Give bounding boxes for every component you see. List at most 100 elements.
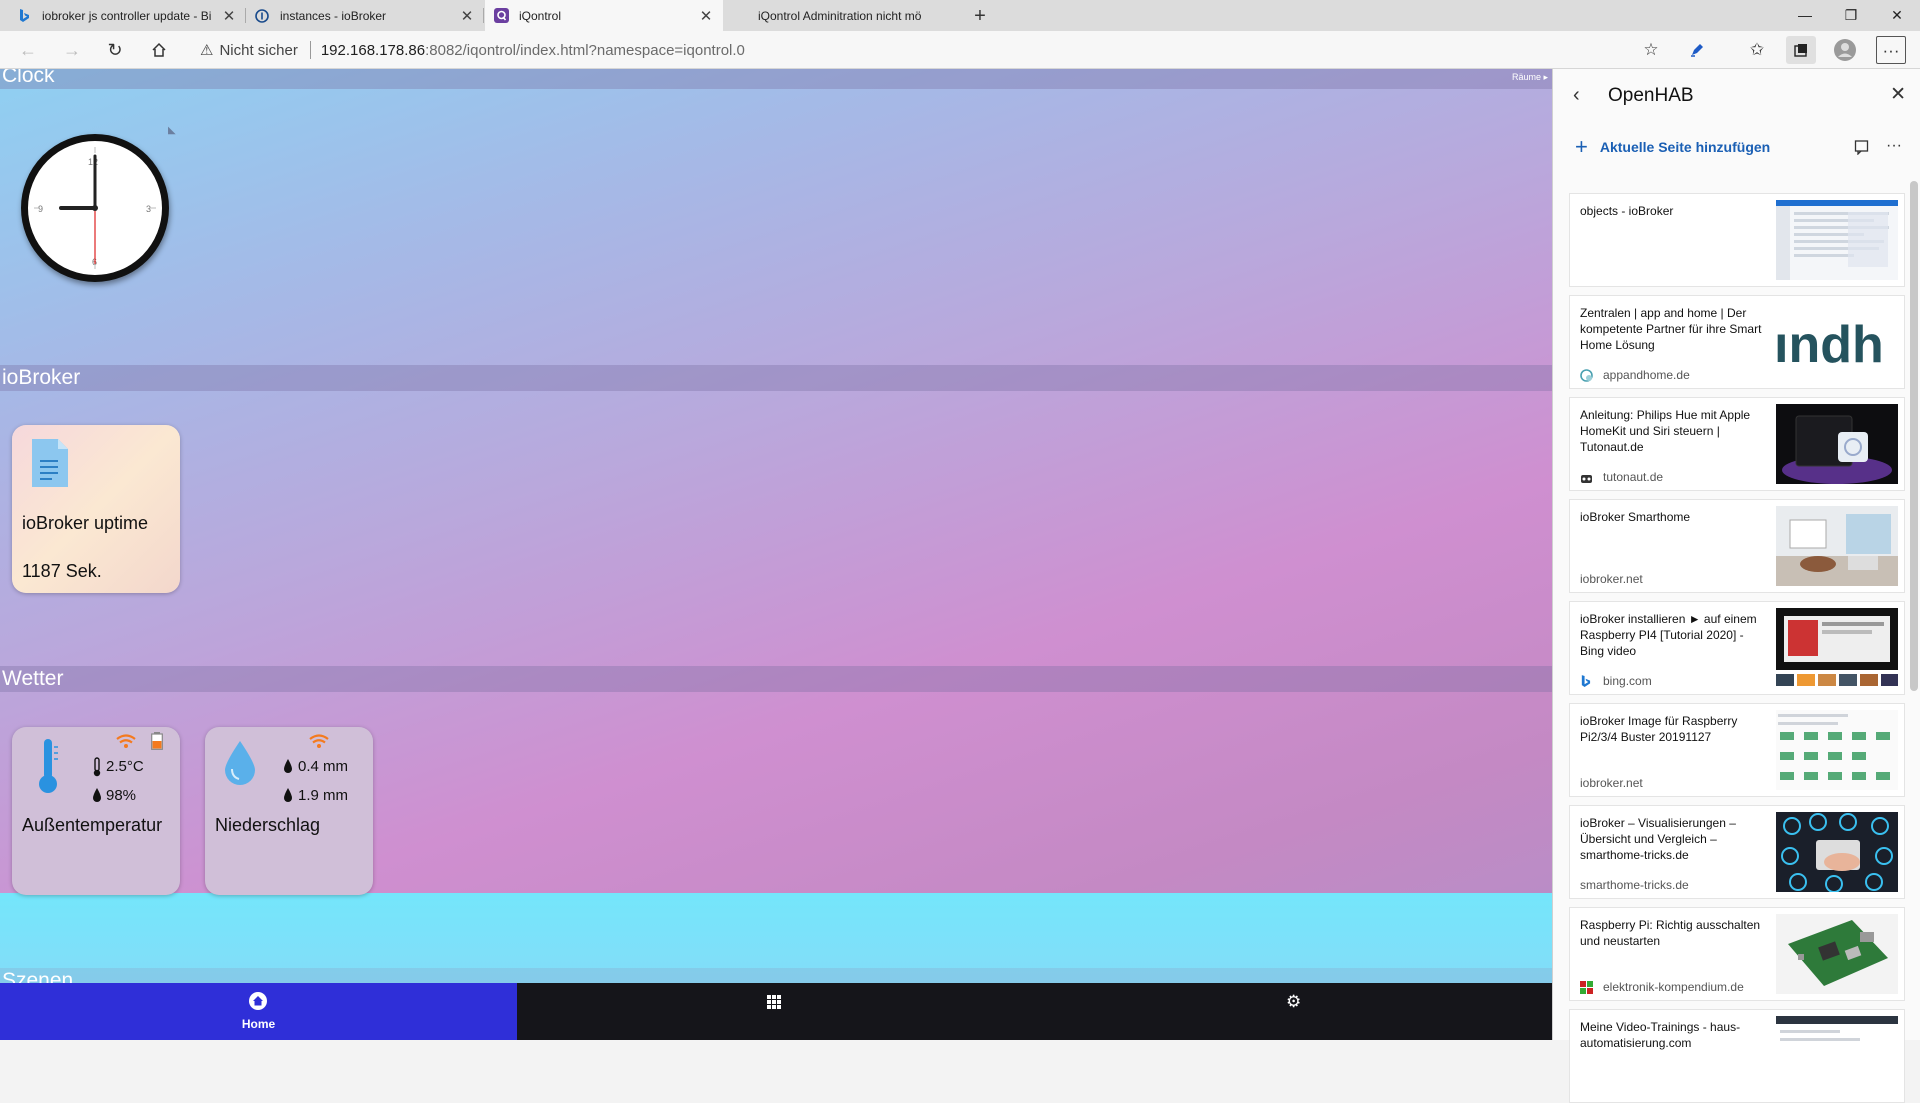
iqontrol-page: Clock Räume ▸ ◣ 12369 ioBroker ioBroker … — [0, 69, 1552, 1040]
thumbnail — [1776, 710, 1898, 790]
add-current-page-button[interactable]: + Aktuelle Seite hinzufügen — [1575, 134, 1770, 159]
iqontrol-icon — [493, 8, 509, 24]
section-header-clock[interactable]: Clock Räume ▸ — [0, 69, 1552, 89]
new-tab-button[interactable]: + — [967, 3, 993, 29]
close-window-button[interactable]: ✕ — [1874, 0, 1920, 31]
tile-name: ioBroker uptime — [22, 513, 149, 533]
rooms-link[interactable]: Räume ▸ — [1512, 69, 1548, 90]
blank-page-icon — [732, 8, 748, 24]
divider — [309, 41, 311, 59]
home-button[interactable] — [145, 36, 173, 64]
collection-card[interactable]: ioBroker Smarthome iobroker.net — [1569, 499, 1905, 593]
settings-menu-button[interactable]: ··· — [1876, 36, 1906, 64]
url-host: 192.168.178.86 — [320, 41, 426, 59]
tab-iqontrol-admin[interactable]: iQontrol Adminitration nicht mö — [724, 0, 962, 31]
collection-card[interactable]: Raspberry Pi: Richtig ausschalten und ne… — [1569, 907, 1905, 1001]
collection-card[interactable]: ioBroker Image für Raspberry Pi2/3/4 Bus… — [1569, 703, 1905, 797]
tile-name: Niederschlag — [215, 815, 321, 835]
thumbnail — [1776, 200, 1898, 280]
svg-text:ındh: ındh — [1776, 316, 1884, 374]
water-drop-icon — [223, 739, 257, 790]
document-icon — [28, 437, 72, 492]
battery-icon — [151, 732, 163, 753]
thermometer-small-icon — [92, 757, 102, 780]
collection-card[interactable]: ioBroker – Visualisierungen – Übersicht … — [1569, 805, 1905, 899]
collections-pane: ‹ OpenHAB ✕ + Aktuelle Seite hinzufügen … — [1552, 69, 1920, 1103]
tab-instances[interactable]: instances - ioBroker ✕ — [246, 0, 484, 31]
thumbnail — [1776, 404, 1898, 484]
url-field[interactable]: ⚠ Nicht sicher 192.168.178.86 :8082/iqon… — [190, 35, 1660, 65]
favorites-list-icon[interactable]: ✩ — [1742, 36, 1772, 64]
bing-icon — [1580, 674, 1593, 688]
back-chevron-icon[interactable]: ‹ — [1573, 84, 1580, 107]
uptime-value: 1187 Sek. — [22, 561, 102, 581]
tab-bing-search[interactable]: iobroker js controller update - Bi ✕ — [8, 0, 246, 31]
close-icon[interactable]: ✕ — [1890, 83, 1906, 106]
gear-icon[interactable]: ⚙ — [1286, 991, 1306, 1011]
collection-title: OpenHAB — [1608, 85, 1694, 106]
collection-card[interactable]: Zentralen | app and home | Der kompetent… — [1569, 295, 1905, 389]
home-icon — [248, 991, 268, 1011]
tile-aussentemperatur[interactable]: 2.5°C 98% Außentemperatur — [12, 727, 180, 895]
wifi-icon — [308, 733, 330, 752]
close-tab-icon[interactable]: ✕ — [220, 7, 238, 25]
site-favicon — [1580, 471, 1593, 484]
bing-icon — [16, 8, 32, 24]
collection-card[interactable]: Anleitung: Philips Hue mit Apple HomeKit… — [1569, 397, 1905, 491]
thermometer-icon — [36, 737, 60, 798]
tile-niederschlag[interactable]: 0.4 mm 1.9 mm Niederschlag — [205, 727, 373, 895]
extension-pen-icon[interactable] — [1682, 36, 1712, 64]
collection-card[interactable]: Meine Video-Trainings - haus-automatisie… — [1569, 1009, 1905, 1103]
restore-button[interactable]: ❐ — [1828, 0, 1874, 31]
expand-arrow-icon[interactable]: ◣ — [168, 125, 176, 136]
rain-value-1: 0.4 mm — [298, 758, 349, 775]
bottom-toolbar: Home ⚙ — [0, 983, 1552, 1040]
svg-text:12: 12 — [88, 157, 98, 167]
toolbar-home-button[interactable]: Home — [0, 983, 517, 1040]
close-tab-icon[interactable]: ✕ — [458, 7, 476, 25]
favorite-star-icon[interactable]: ☆ — [1636, 36, 1666, 64]
section-header-iobroker[interactable]: ioBroker — [0, 365, 1552, 391]
address-bar: ← → ↻ ⚠ Nicht sicher 192.168.178.86 :808… — [0, 31, 1920, 69]
tile-iobroker-uptime[interactable]: ioBroker uptime 1187 Sek. — [12, 425, 180, 593]
droplet-icon — [92, 787, 102, 806]
minimize-button[interactable]: — — [1782, 0, 1828, 31]
iobroker-icon — [254, 8, 270, 24]
thumbnail — [1776, 1016, 1898, 1096]
site-favicon — [1580, 980, 1593, 994]
profile-avatar[interactable] — [1830, 36, 1860, 64]
collections-icon[interactable] — [1786, 36, 1816, 64]
section-header-wetter[interactable]: Wetter — [0, 666, 1552, 692]
plus-icon: + — [1575, 134, 1588, 159]
svg-text:3: 3 — [146, 204, 151, 214]
url-path: :8082/iqontrol/index.html?namespace=iqon… — [425, 41, 745, 59]
thumbnail — [1776, 506, 1898, 586]
add-note-icon[interactable] — [1854, 139, 1870, 160]
analog-clock: 12369 — [21, 134, 169, 282]
droplet-icon — [283, 787, 293, 806]
pane-scrollbar[interactable] — [1910, 181, 1918, 691]
back-button[interactable]: ← — [14, 36, 42, 64]
close-tab-icon[interactable]: ✕ — [697, 7, 715, 25]
more-options-icon[interactable]: ··· — [1886, 137, 1902, 155]
droplet-icon — [283, 758, 293, 777]
tab-iqontrol[interactable]: iQontrol ✕ — [485, 0, 723, 31]
forward-button[interactable]: → — [58, 36, 86, 64]
humidity-value: 98% — [106, 787, 137, 804]
collection-card[interactable]: objects - ioBroker — [1569, 193, 1905, 287]
tile-name: Außentemperatur — [22, 815, 163, 835]
thumbnail — [1776, 812, 1898, 892]
site-favicon — [1580, 368, 1593, 382]
svg-text:9: 9 — [38, 204, 43, 214]
thumbnail: ındh — [1776, 302, 1898, 382]
security-label[interactable]: Nicht sicher — [219, 42, 297, 59]
rain-value-2: 1.9 mm — [298, 787, 349, 804]
temperature-value: 2.5°C — [106, 758, 144, 775]
collection-card[interactable]: ioBroker installieren ► auf einem Raspbe… — [1569, 601, 1905, 695]
refresh-button[interactable]: ↻ — [101, 36, 129, 64]
thumbnail — [1776, 914, 1898, 994]
apps-grid-icon[interactable] — [766, 991, 786, 1011]
tab-strip: iobroker js controller update - Bi ✕ ins… — [0, 0, 1920, 31]
warning-icon[interactable]: ⚠ — [200, 41, 213, 59]
wifi-icon — [115, 733, 137, 752]
